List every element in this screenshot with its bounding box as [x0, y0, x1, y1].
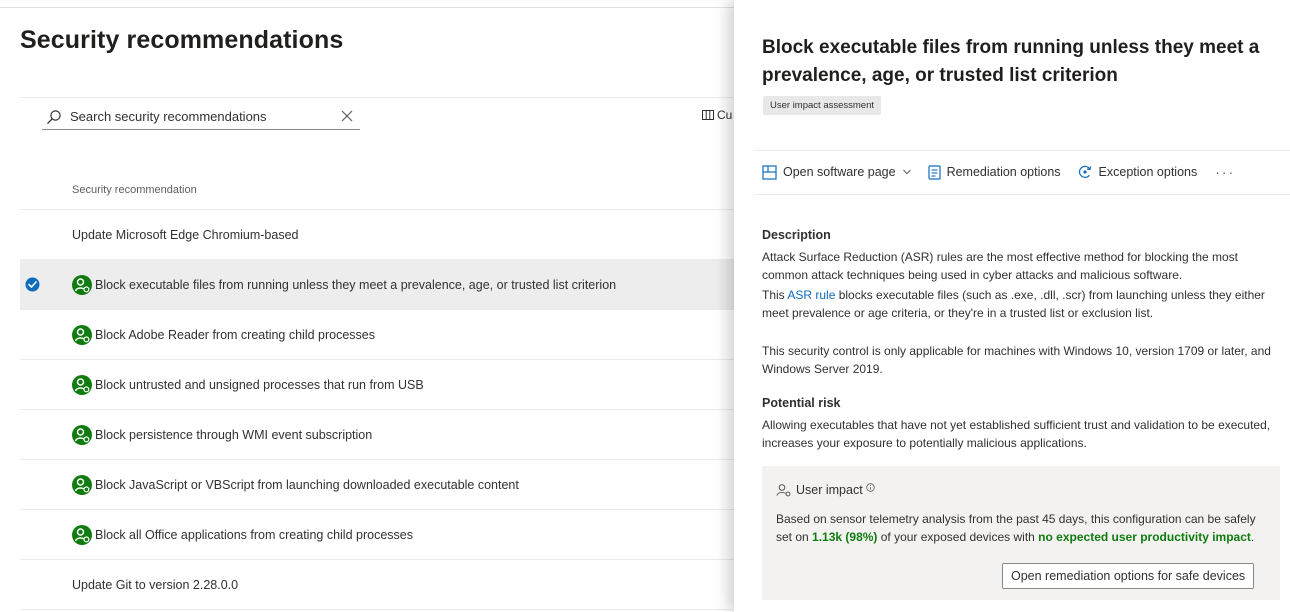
impact-text-end: .: [1250, 530, 1255, 544]
user-impact-icon: [72, 475, 92, 495]
flyout-title: Block executable files from running unle…: [762, 37, 1260, 86]
impact-text-mid: of your exposed devices with: [877, 530, 1039, 544]
page-title: Security recommendations: [20, 26, 344, 54]
table-row[interactable]: Update Git to version 2.28.0.0: [20, 560, 734, 610]
column-header-recommendation[interactable]: Security recommendation: [72, 184, 197, 196]
recommendation-flyout: Block executable files from running unle…: [734, 0, 1290, 612]
search-box[interactable]: [42, 104, 360, 130]
recommendations-page: Security recommendations Cu Security rec…: [0, 0, 734, 612]
asr-text-prefix: This: [762, 288, 788, 302]
table-row-selected[interactable]: Block executable files from running unle…: [20, 260, 734, 310]
asr-text-suffix: blocks executable files (such as .exe, .…: [762, 288, 1265, 320]
exception-icon: [1078, 165, 1091, 178]
open-remediation-safe-devices-button[interactable]: Open remediation options for safe device…: [1002, 563, 1255, 589]
user-impact-icon: [72, 525, 92, 545]
row-label: Block executable files from running unle…: [95, 278, 617, 292]
more-options-icon[interactable]: ···: [1215, 164, 1235, 180]
table-row[interactable]: Update Microsoft Edge Chromium-based: [20, 210, 734, 260]
open-software-page-button[interactable]: Open software page: [762, 164, 912, 180]
description-paragraph-3: This security control is only applicable…: [762, 344, 1271, 376]
open-software-page-label: Open software page: [783, 165, 896, 179]
info-icon[interactable]: [865, 482, 875, 492]
row-label: Update Microsoft Edge Chromium-based: [72, 228, 299, 242]
row-label: Block JavaScript or VBScript from launch…: [95, 478, 519, 492]
user-impact-label: User impact: [796, 483, 863, 497]
customize-columns-button[interactable]: Cu: [702, 108, 732, 122]
user-impact-icon: [72, 325, 92, 345]
user-impact-icon: [72, 425, 92, 445]
table-row[interactable]: Block JavaScript or VBScript from launch…: [20, 460, 734, 510]
user-impact-title: User impact: [776, 482, 875, 497]
potential-risk-text: Allowing executables that have not yet e…: [762, 418, 1271, 450]
row-label: Block all Office applications from creat…: [95, 528, 413, 542]
toolbar-divider-top: [754, 150, 1290, 151]
recommendations-table: Update Microsoft Edge Chromium-based Blo…: [20, 210, 734, 610]
remediation-options-label: Remediation options: [946, 165, 1061, 179]
safe-device-count: 1.13k (98%): [812, 530, 878, 544]
exception-options-label: Exception options: [1098, 165, 1198, 179]
user-impact-icon: [776, 484, 791, 497]
columns-icon: [702, 110, 714, 120]
remediation-icon: [927, 164, 941, 180]
row-label: Block persistence through WMI event subs…: [95, 428, 373, 442]
row-label: Update Git to version 2.28.0.0: [72, 578, 239, 592]
description-heading: Description: [762, 228, 831, 242]
clear-icon[interactable]: [340, 109, 354, 123]
flyout-toolbar: Open software page Remediation options E…: [762, 160, 1235, 184]
toolbar-divider-bottom: [754, 194, 1290, 195]
table-row[interactable]: Block Adobe Reader from creating child p…: [20, 310, 734, 360]
asr-rule-link[interactable]: ASR rule: [787, 288, 835, 302]
remediation-options-button[interactable]: Remediation options: [927, 164, 1061, 180]
search-icon: [47, 109, 61, 124]
no-impact-highlight: no expected user productivity impact: [1038, 530, 1251, 544]
user-impact-card: User impact Based on sensor telemetry an…: [762, 466, 1280, 600]
user-impact-icon: [72, 275, 92, 295]
row-label: Block Adobe Reader from creating child p…: [95, 328, 376, 342]
user-impact-icon: [72, 375, 92, 395]
customize-columns-label: Cu: [717, 108, 733, 122]
software-page-icon: [762, 164, 777, 180]
description-paragraph-2: This ASR rule blocks executable files (s…: [762, 286, 1278, 322]
checkmark-circle-icon[interactable]: [25, 277, 40, 292]
table-row[interactable]: Block untrusted and unsigned processes t…: [20, 360, 734, 410]
description-paragraph-1: Attack Surface Reduction (ASR) rules are…: [762, 250, 1238, 282]
row-label: Block untrusted and unsigned processes t…: [95, 378, 424, 392]
title-divider: [20, 97, 734, 98]
search-input[interactable]: [70, 109, 330, 124]
potential-risk-heading: Potential risk: [762, 396, 841, 410]
top-divider: [0, 7, 734, 8]
user-impact-text: Based on sensor telemetry analysis from …: [776, 510, 1268, 546]
chevron-down-icon: [902, 169, 911, 175]
exception-options-button[interactable]: Exception options: [1077, 164, 1198, 180]
table-row[interactable]: Block persistence through WMI event subs…: [20, 410, 734, 460]
user-impact-assessment-badge: User impact assessment: [763, 96, 882, 115]
table-row[interactable]: Block all Office applications from creat…: [20, 510, 734, 560]
